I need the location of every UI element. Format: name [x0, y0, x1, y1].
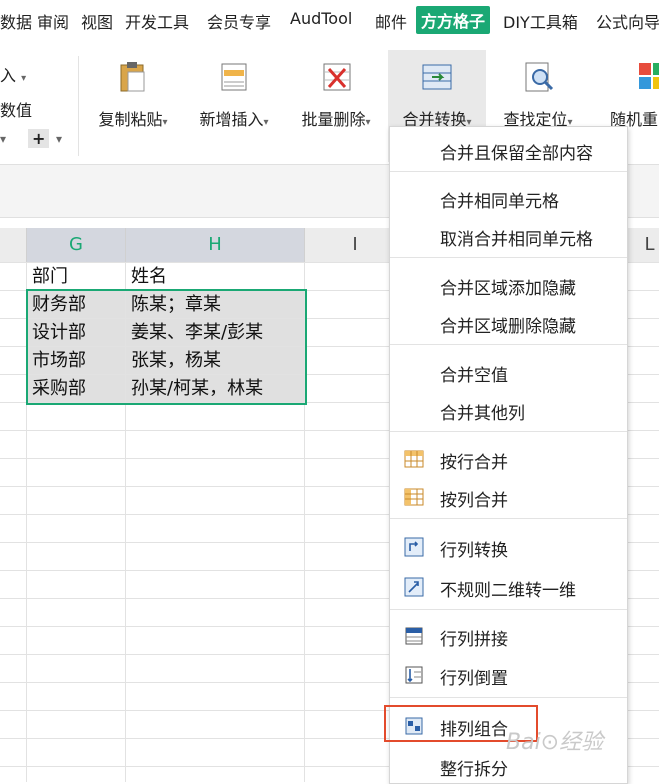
batch-delete-button[interactable]: 批量删除▾: [290, 50, 382, 162]
cell-names-header[interactable]: 姓名: [126, 263, 304, 290]
merge-convert-dropdown: 合并且保留全部内容 合并相同单元格 取消合并相同单元格 合并区域添加隐藏 合并区…: [389, 126, 628, 784]
menu-item-merge-add-hidden[interactable]: 合并区域添加隐藏: [390, 266, 627, 304]
chevron-down-icon[interactable]: ▾: [0, 132, 6, 146]
insert-icon: [221, 63, 247, 91]
ribbon-fragment-numeric[interactable]: 数值: [0, 97, 32, 121]
menu-separator: [390, 257, 627, 258]
menu-item-merge-empty[interactable]: 合并空值: [390, 353, 627, 391]
menu-audtool[interactable]: AudTool: [290, 9, 352, 28]
menu-item-merge-remove-hidden[interactable]: 合并区域删除隐藏: [390, 304, 627, 342]
column-header-h[interactable]: H: [126, 228, 305, 262]
menu-separator: [390, 518, 627, 519]
concat-icon: [405, 627, 423, 645]
convert-icon: [404, 577, 424, 597]
menu-item-unmerge-same[interactable]: 取消合并相同单元格: [390, 217, 627, 255]
menu-separator: [390, 171, 627, 172]
table-rows-icon: [404, 450, 424, 468]
menu-separator: [390, 697, 627, 698]
insert-label: 新增插入▾: [199, 110, 269, 129]
menu-item-merge-same[interactable]: 合并相同单元格: [390, 179, 627, 217]
insert-button[interactable]: 新增插入▾: [188, 50, 280, 162]
menu-diy-toolbox[interactable]: DIY工具箱: [503, 9, 578, 33]
transpose-icon: [404, 537, 424, 557]
menu-formula-wizard[interactable]: 公式向导: [596, 9, 659, 33]
table-columns-icon: [404, 488, 424, 506]
delete-icon: [323, 63, 351, 91]
column-header-g[interactable]: G: [27, 228, 126, 262]
add-icon[interactable]: +: [28, 129, 50, 148]
menu-item-merge-keep-all[interactable]: 合并且保留全部内容: [390, 131, 627, 169]
menu-view[interactable]: 视图: [81, 9, 113, 33]
menu-bar: 数据 审阅 视图 开发工具 会员专享 AudTool 邮件 方方格子 DIY工具…: [0, 0, 659, 42]
cell-dept-header[interactable]: 部门: [27, 263, 125, 290]
selection-range: [26, 289, 307, 405]
ribbon-separator: [78, 56, 79, 156]
clipboard-icon: [120, 62, 145, 92]
menu-mail[interactable]: 邮件: [375, 9, 407, 33]
copy-paste-button[interactable]: 复制粘贴▾: [88, 50, 178, 162]
menu-review[interactable]: 审阅: [37, 9, 69, 33]
ribbon-fragment-in[interactable]: 入 ▾: [0, 62, 26, 86]
menu-item-merge-other-columns[interactable]: 合并其他列: [390, 391, 627, 429]
chevron-down-icon[interactable]: ▾: [56, 132, 62, 146]
corner-header: [0, 228, 27, 262]
menu-separator: [390, 431, 627, 432]
menu-separator: [390, 609, 627, 610]
watermark: Bai⊙经验: [506, 730, 604, 755]
menu-item-irregular-2d-to-1d[interactable]: 不规则二维转一维: [390, 568, 627, 606]
menu-data[interactable]: 数据: [0, 9, 32, 33]
random-icon: [639, 63, 659, 89]
merge-convert-icon: [422, 64, 452, 90]
copy-paste-label: 复制粘贴▾: [98, 110, 168, 129]
menu-fangfanggezi[interactable]: 方方格子: [416, 6, 491, 34]
menu-separator: [390, 344, 627, 345]
menu-item-transpose[interactable]: 行列转换: [390, 528, 627, 566]
menu-member[interactable]: 会员专享: [207, 9, 271, 33]
column-header-l[interactable]: L: [640, 228, 659, 262]
menu-item-merge-by-column[interactable]: 按列合并: [390, 478, 627, 516]
menu-item-merge-by-row[interactable]: 按行合并: [390, 440, 627, 478]
menu-item-reverse[interactable]: 行列倒置: [390, 656, 627, 694]
batch-delete-label: 批量删除▾: [301, 110, 371, 129]
menu-item-concat[interactable]: 行列拼接: [390, 617, 627, 655]
find-icon: [525, 62, 554, 92]
menu-developer[interactable]: 开发工具: [125, 9, 189, 33]
reverse-icon: [405, 666, 423, 684]
